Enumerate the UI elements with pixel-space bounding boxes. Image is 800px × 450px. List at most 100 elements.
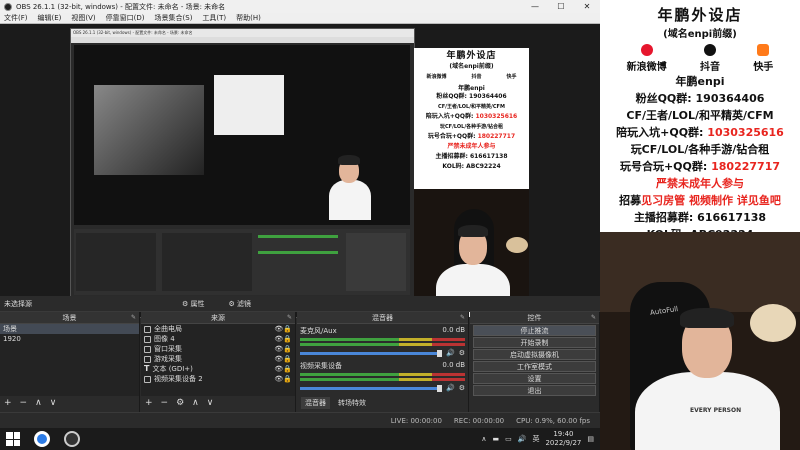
dock-pin-icon[interactable]: ✎ (131, 312, 136, 324)
menu-bar: 文件(F) 编辑(E) 视图(V) 停靠窗口(D) 场景集合(S) 工具(T) … (0, 13, 600, 24)
visibility-eye-icon[interactable]: 👁🔒 (274, 334, 295, 344)
source-item[interactable]: T 文本 (GDI+) 👁🔒 (141, 364, 295, 374)
preview-weibo-label: 新浪微博 (426, 74, 447, 80)
visibility-eye-icon[interactable]: 👁🔒 (274, 344, 295, 354)
pw-line-label: 陪玩入坑+QQ群: (616, 126, 708, 139)
tab-transitions[interactable]: 转场特效 (334, 397, 370, 409)
speaker-icon[interactable]: 🔊 (446, 384, 455, 392)
text-icon: T (144, 364, 150, 373)
speaker-icon[interactable]: 🔊 (446, 349, 455, 357)
dock-pin-icon[interactable]: ✎ (591, 312, 596, 324)
menu-edit[interactable]: 编辑(E) (38, 13, 62, 23)
menu-help[interactable]: 帮助(H) (236, 13, 261, 23)
start-virtual-camera-button[interactable]: 启动虚拟摄像机 (473, 349, 596, 360)
exit-button[interactable]: 退出 (473, 385, 596, 396)
visibility-eye-icon[interactable]: 👁🔒 (274, 374, 295, 384)
menu-file[interactable]: 文件(F) (4, 13, 28, 23)
folder-icon[interactable]: ▬ (493, 435, 500, 443)
volume-slider[interactable] (300, 349, 442, 357)
tab-mixer[interactable]: 混音器 (301, 397, 330, 409)
visibility-eye-icon[interactable]: 👁🔒 (274, 354, 295, 364)
minor-warning: 严禁未成年人参与 (656, 177, 744, 190)
preview-minor-warning: 严禁未成年人参与 (447, 143, 496, 150)
move-scene-up-button[interactable]: ∧ (35, 398, 42, 408)
obs-logo-icon (4, 2, 12, 11)
nested-title: OBS 26.1.1 (32-bit, windows) - 配置文件: 未命名… (71, 29, 414, 37)
title-bar[interactable]: OBS 26.1.1 (32-bit, windows) - 配置文件: 未命名… (0, 0, 600, 13)
weibo-label: 新浪微博 (626, 62, 667, 73)
windows-start-icon[interactable] (6, 432, 20, 446)
remove-source-button[interactable]: − (161, 398, 169, 408)
settings-button[interactable]: 设置 (473, 373, 596, 384)
menu-view[interactable]: 视图(V) (71, 13, 95, 23)
preview-douyin-label: 抖音 (471, 74, 482, 80)
webcam-feed: AutoFull EVERY PERSON (600, 232, 800, 450)
source-toolbar: 未选择源 ⚙ 属性 ⚙ 滤镜 (0, 296, 600, 312)
ime-indicator[interactable]: 英 (532, 434, 539, 444)
volume-icon[interactable]: 🔊 (518, 435, 527, 443)
mixer-header: 混音器 ✎ (297, 312, 468, 324)
source-settings-button[interactable]: ⚙ (176, 398, 184, 408)
clock[interactable]: 19:40 2022/9/27 (545, 430, 581, 448)
status-bar: LIVE: 00:00:00 REC: 00:00:00 CPU: 0.9%, … (0, 412, 600, 428)
studio-mode-button[interactable]: 工作室模式 (473, 361, 596, 372)
scene-item[interactable]: 1920 (0, 334, 139, 344)
notification-icon[interactable]: ▤ (587, 435, 594, 443)
gear-icon[interactable]: ⚙ (459, 384, 465, 392)
preview-sign-title: 年鹏外设店 (446, 51, 497, 61)
start-recording-button[interactable]: 开始录制 (473, 337, 596, 348)
social-row: 新浪微博 抖音 快手 (600, 40, 800, 73)
rec-status: REC: 00:00:00 (453, 416, 505, 425)
visibility-eye-icon[interactable]: 👁🔒 (274, 364, 295, 374)
camera-icon (144, 375, 151, 383)
sources-toolbar: + − ⚙ ∧ ∨ (141, 396, 295, 410)
stream-overlay: 年鹏外设店 (域名enpi前缀) 新浪微博 抖音 快手 年鹏enpi 粉丝QQ群… (600, 0, 800, 450)
close-button[interactable]: ✕ (574, 2, 600, 11)
channel-name: 麦克风/Aux (300, 327, 337, 335)
preview-canvas[interactable]: OBS 26.1.1 (32-bit, windows) - 配置文件: 未命名… (0, 24, 600, 318)
app-icon[interactable] (34, 431, 50, 447)
nested-recursion (94, 85, 204, 175)
games-line: CF/王者/LOL/和平精英/CFM (626, 109, 774, 122)
filters-button[interactable]: ⚙ 滤镜 (229, 299, 252, 309)
minimize-button[interactable]: — (522, 2, 548, 11)
properties-button[interactable]: ⚙ 属性 (182, 299, 205, 309)
source-item[interactable]: 图像 4 👁🔒 (141, 334, 295, 344)
move-scene-down-button[interactable]: ∨ (50, 398, 57, 408)
cpu-status: CPU: 0.9%, 60.00 fps (516, 416, 590, 425)
mixer-channel: 麦克风/Aux 0.0 dB 🔊 ⚙ (297, 324, 468, 359)
source-item[interactable]: 全曲电局 👁🔒 (141, 324, 295, 334)
source-item[interactable]: 游戏采集 👁🔒 (141, 354, 295, 364)
sign-name: 年鹏enpi (675, 75, 725, 88)
tray-arrow-icon[interactable]: ∧ (481, 435, 486, 443)
dock-pin-icon[interactable]: ✎ (460, 312, 465, 324)
weibo-icon (640, 44, 653, 56)
preview-anchor: 主播招募群: 616617138 (435, 153, 508, 160)
move-source-down-button[interactable]: ∨ (207, 398, 214, 408)
remove-scene-button[interactable]: − (20, 398, 28, 408)
recruit-d: 详见鱼吧 (736, 194, 781, 207)
gear-icon[interactable]: ⚙ (459, 349, 465, 357)
scene-item[interactable]: 场景 (0, 324, 139, 334)
nested-thumbnail (214, 75, 284, 135)
move-source-up-button[interactable]: ∧ (192, 398, 199, 408)
preview-combo-number: 180227717 (477, 133, 516, 140)
menu-scene-collection[interactable]: 场景集合(S) (155, 13, 193, 23)
menu-docks[interactable]: 停靠窗口(D) (106, 13, 145, 23)
filters-label: 滤镜 (237, 299, 252, 308)
volume-slider[interactable] (300, 384, 442, 392)
add-scene-button[interactable]: + (4, 398, 12, 408)
network-icon[interactable]: ▭ (505, 435, 512, 443)
source-item[interactable]: 视频采集设备 2 👁🔒 (141, 374, 295, 384)
visibility-eye-icon[interactable]: 👁🔒 (274, 324, 295, 334)
dock-pin-icon[interactable]: ✎ (287, 312, 292, 324)
menu-tools[interactable]: 工具(T) (202, 13, 226, 23)
source-item[interactable]: 窗口采集 👁🔒 (141, 344, 295, 354)
maximize-button[interactable]: ☐ (548, 2, 574, 11)
add-source-button[interactable]: + (145, 398, 153, 408)
nested-screen (74, 45, 410, 225)
obs-taskbar-icon[interactable] (64, 431, 80, 447)
preview-sign-subtitle: (域名enpi前缀) (449, 63, 494, 70)
recruit-a: 招募 (619, 194, 642, 207)
stop-streaming-button[interactable]: 停止推流 (473, 325, 596, 336)
